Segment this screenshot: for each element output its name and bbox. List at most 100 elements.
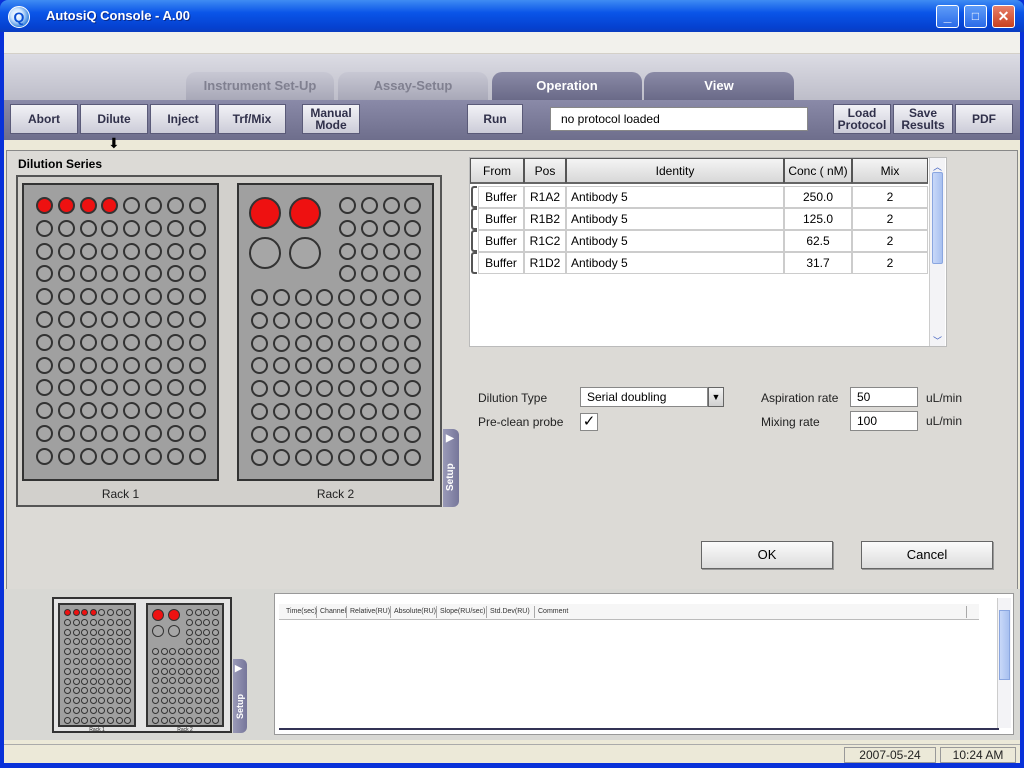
mini-rack-1[interactable] xyxy=(58,603,136,727)
run-button[interactable]: Run xyxy=(467,104,523,134)
mini-well[interactable] xyxy=(98,667,106,675)
well[interactable] xyxy=(57,333,75,351)
mini-well[interactable] xyxy=(72,667,80,675)
well[interactable] xyxy=(166,311,184,328)
cancel-button[interactable]: Cancel xyxy=(861,541,993,569)
well[interactable] xyxy=(339,265,356,283)
mini-well[interactable] xyxy=(169,687,177,695)
well[interactable] xyxy=(166,197,184,214)
mini-well[interactable] xyxy=(169,716,177,724)
mini-well[interactable] xyxy=(212,667,220,675)
well[interactable] xyxy=(381,403,399,420)
mini-well[interactable] xyxy=(98,618,106,626)
mini-well[interactable] xyxy=(115,648,123,656)
well[interactable] xyxy=(57,356,75,374)
mini-well[interactable] xyxy=(107,638,114,646)
log-col-relative[interactable]: Relative(RU) xyxy=(347,606,391,618)
well[interactable] xyxy=(272,334,290,352)
well[interactable] xyxy=(404,265,422,283)
trf-mix-button[interactable]: Trf/Mix xyxy=(218,104,286,134)
table-cell-from[interactable]: Buffer xyxy=(478,230,524,252)
well[interactable] xyxy=(381,448,399,466)
well[interactable] xyxy=(188,379,206,397)
mini-well[interactable] xyxy=(64,667,71,675)
mini-well[interactable] xyxy=(98,687,106,695)
log-col-absolute[interactable]: Absolute(RU) xyxy=(391,606,437,618)
column-header-from[interactable]: From xyxy=(470,158,524,184)
mini-well[interactable] xyxy=(169,667,177,675)
mini-well[interactable] xyxy=(203,638,211,646)
well[interactable] xyxy=(145,333,162,351)
mini-well[interactable] xyxy=(124,707,132,714)
well[interactable] xyxy=(272,289,290,306)
well[interactable] xyxy=(316,334,334,352)
mini-well[interactable] xyxy=(203,706,211,714)
mini-well[interactable] xyxy=(89,618,97,626)
row-header[interactable] xyxy=(471,186,477,208)
well[interactable] xyxy=(57,311,75,328)
mini-well[interactable] xyxy=(89,648,97,656)
well[interactable] xyxy=(338,357,356,375)
table-cell-pos[interactable]: R1D2 xyxy=(524,252,566,274)
table-cell-pos[interactable]: R1A2 xyxy=(524,186,566,208)
tab-assay-setup[interactable]: Assay-Setup xyxy=(338,72,488,100)
well[interactable] xyxy=(36,356,53,374)
well[interactable] xyxy=(316,357,334,375)
well[interactable] xyxy=(360,380,377,398)
mini-well[interactable] xyxy=(64,697,71,705)
well[interactable] xyxy=(145,356,162,374)
well[interactable] xyxy=(188,333,206,351)
well[interactable] xyxy=(145,402,162,420)
mini-well[interactable] xyxy=(64,648,71,656)
mini-well[interactable] xyxy=(115,609,123,616)
mini-well-filled[interactable] xyxy=(72,609,80,616)
well[interactable] xyxy=(294,448,312,466)
well[interactable] xyxy=(360,403,377,420)
table-cell-identity[interactable]: Antibody 5 xyxy=(566,252,784,274)
well[interactable] xyxy=(338,403,356,420)
dilute-button[interactable]: Dilute xyxy=(80,104,148,134)
mini-well[interactable] xyxy=(186,657,194,665)
table-cell-conc[interactable]: 62.5 xyxy=(784,230,852,252)
mini-well[interactable] xyxy=(81,677,89,685)
mini-well[interactable] xyxy=(152,706,159,714)
table-cell-conc[interactable]: 250.0 xyxy=(784,186,852,208)
well[interactable] xyxy=(338,289,356,306)
well-filled[interactable] xyxy=(79,197,97,214)
mini-well[interactable] xyxy=(107,716,114,724)
well[interactable] xyxy=(403,380,421,398)
table-cell-identity[interactable]: Antibody 5 xyxy=(566,186,784,208)
well[interactable] xyxy=(79,447,97,465)
table-cell-from[interactable]: Buffer xyxy=(478,252,524,274)
mini-well[interactable] xyxy=(177,706,185,714)
well[interactable] xyxy=(123,356,141,374)
well[interactable] xyxy=(123,311,141,328)
inject-button[interactable]: Inject xyxy=(150,104,216,134)
well[interactable] xyxy=(188,288,206,306)
mini-well[interactable] xyxy=(107,628,114,636)
well[interactable] xyxy=(145,288,162,306)
row-header[interactable] xyxy=(471,230,477,252)
well[interactable] xyxy=(403,311,421,329)
tab-operation[interactable]: Operation xyxy=(492,72,642,100)
mini-well[interactable] xyxy=(169,706,177,714)
mini-well[interactable] xyxy=(89,677,97,685)
mini-well[interactable] xyxy=(195,716,202,724)
well[interactable] xyxy=(272,425,290,443)
mini-well[interactable] xyxy=(160,716,168,724)
preclean-checkbox[interactable]: ✓ xyxy=(580,413,598,431)
mini-well[interactable] xyxy=(115,667,123,675)
well[interactable] xyxy=(101,447,119,465)
log-col-comment[interactable]: Comment xyxy=(535,606,967,618)
well[interactable] xyxy=(339,197,356,214)
tab-view[interactable]: View xyxy=(644,72,794,100)
well[interactable] xyxy=(36,447,53,465)
well[interactable] xyxy=(360,197,378,214)
mini-well[interactable] xyxy=(98,697,106,705)
well[interactable] xyxy=(166,379,184,397)
well[interactable] xyxy=(145,265,162,283)
mini-well[interactable] xyxy=(81,687,89,695)
mini-setup-tab[interactable]: ▶ Setup xyxy=(233,659,247,733)
well[interactable] xyxy=(79,219,97,237)
table-cell-from[interactable]: Buffer xyxy=(478,186,524,208)
